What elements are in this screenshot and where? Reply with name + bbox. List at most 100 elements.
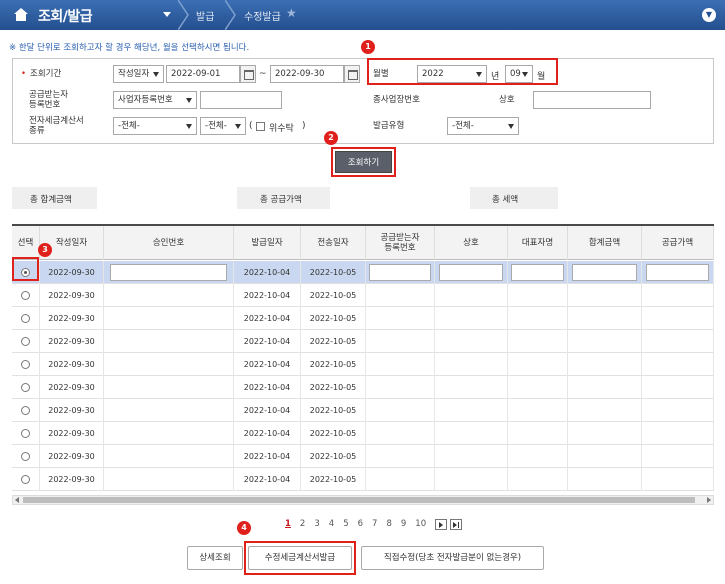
column-header: 대표자명	[508, 226, 568, 260]
direct-amend-button[interactable]: 직접수정(당초 전자발급분이 없는경우)	[361, 546, 544, 570]
select-cell	[12, 307, 40, 330]
home-icon[interactable]	[14, 8, 28, 21]
step-badge-2: 2	[324, 131, 338, 145]
column-header: 승인번호	[104, 226, 234, 260]
column-header: 합계금액	[568, 226, 642, 260]
row-select-radio[interactable]	[21, 452, 30, 461]
highlight-select-radio	[12, 257, 39, 281]
next-page-icon[interactable]	[435, 518, 448, 530]
calendar-icon[interactable]	[344, 65, 360, 83]
horizontal-scrollbar[interactable]	[12, 495, 714, 505]
top-header: 조회/발급 발급 수정발급 ★ ▼	[0, 0, 725, 30]
grid-cell	[568, 284, 642, 307]
chevron-down-icon[interactable]	[163, 12, 171, 17]
invoice-kind-label: 전자세금계산서 종류	[29, 116, 84, 136]
grid-cell	[568, 445, 642, 468]
sent-date-cell: 2022-10-05	[301, 353, 366, 376]
table-row[interactable]: 2022-09-30 2022-10-04 2022-10-05	[12, 353, 714, 376]
favorite-star-icon[interactable]: ★	[286, 6, 297, 20]
grid-cell	[642, 445, 714, 468]
column-header: 발급일자	[234, 226, 301, 260]
grid-cell	[366, 307, 435, 330]
issue-date-cell: 2022-10-04	[234, 445, 301, 468]
cell-input[interactable]	[571, 264, 638, 281]
notice-text: ※ 한달 단위로 조회하고자 할 경우 해당년, 월을 선택하시면 됩니다.	[9, 43, 250, 53]
grid-cell	[366, 422, 435, 445]
cell-input[interactable]	[369, 264, 431, 281]
row-select-radio[interactable]	[21, 360, 30, 369]
row-select-radio[interactable]	[21, 337, 30, 346]
cell-input[interactable]	[510, 264, 565, 281]
row-select-radio[interactable]	[21, 291, 30, 300]
written-date-cell: 2022-09-30	[40, 445, 104, 468]
cell-input[interactable]	[110, 264, 227, 281]
table-row[interactable]: 2022-09-30 2022-10-04 2022-10-05	[12, 445, 714, 468]
grid-cell	[435, 307, 508, 330]
grid-cell	[508, 468, 568, 491]
grid-cell	[568, 468, 642, 491]
row-select-radio[interactable]	[21, 383, 30, 392]
page-link[interactable]: 5	[343, 519, 348, 529]
row-select-radio[interactable]	[21, 475, 30, 484]
calendar-icon[interactable]	[240, 65, 256, 83]
breadcrumb-issue[interactable]: 발급	[196, 8, 214, 23]
invoice-kind-select[interactable]: -전체-	[113, 117, 197, 135]
consign-checkbox[interactable]	[256, 122, 265, 131]
grid-cell	[568, 307, 642, 330]
column-header: 선택	[12, 226, 40, 260]
collapse-circle-icon[interactable]: ▼	[702, 8, 716, 22]
breadcrumb-separator-icon	[178, 0, 189, 30]
date-from-input[interactable]: 2022-09-01	[166, 65, 240, 83]
table-row[interactable]: 2022-09-30 2022-10-04 2022-10-05	[12, 399, 714, 422]
table-row[interactable]: 2022-09-30 2022-10-04 2022-10-05	[12, 261, 714, 284]
written-date-cell: 2022-09-30	[40, 376, 104, 399]
period-type-select[interactable]: 작성일자	[113, 65, 164, 83]
grid-cell	[508, 422, 568, 445]
cell-input[interactable]	[645, 264, 710, 281]
table-row[interactable]: 2022-09-30 2022-10-04 2022-10-05	[12, 307, 714, 330]
issue-type-select[interactable]: -전체-	[447, 117, 519, 135]
grid-cell	[435, 261, 508, 284]
grid-cell	[642, 353, 714, 376]
scroll-right-icon[interactable]	[707, 497, 711, 503]
grid-cell	[366, 261, 435, 284]
company-input[interactable]	[533, 91, 651, 109]
reg-number-input[interactable]	[200, 91, 282, 109]
grid-cell	[508, 353, 568, 376]
page-link[interactable]: 9	[401, 519, 406, 529]
invoice-subkind-select[interactable]: -전체-	[200, 117, 246, 135]
page-link[interactable]: 10	[415, 519, 426, 529]
grid-cell	[435, 422, 508, 445]
row-select-radio[interactable]	[21, 429, 30, 438]
table-row[interactable]: 2022-09-30 2022-10-04 2022-10-05	[12, 422, 714, 445]
page-link[interactable]: 7	[372, 519, 377, 529]
grid-cell	[508, 261, 568, 284]
date-to-input[interactable]: 2022-09-30	[270, 65, 344, 83]
scroll-left-icon[interactable]	[15, 497, 19, 503]
row-select-radio[interactable]	[21, 314, 30, 323]
page-link[interactable]: 6	[358, 519, 363, 529]
table-row[interactable]: 2022-09-30 2022-10-04 2022-10-05	[12, 468, 714, 491]
row-select-radio[interactable]	[21, 406, 30, 415]
last-page-icon[interactable]	[450, 518, 463, 530]
page-link[interactable]: 8	[386, 519, 391, 529]
step-badge-4: 4	[237, 521, 251, 535]
scroll-thumb[interactable]	[23, 497, 695, 503]
cell-input[interactable]	[438, 264, 504, 281]
reg-type-select[interactable]: 사업자등록번호	[113, 91, 197, 109]
select-cell	[12, 353, 40, 376]
breadcrumb-amend-issue[interactable]: 수정발급	[244, 8, 281, 23]
select-cell	[12, 376, 40, 399]
column-header: 공급받는자 등록번호	[366, 226, 435, 260]
issue-date-cell: 2022-10-04	[234, 468, 301, 491]
page-link[interactable]: 4	[329, 519, 334, 529]
detail-view-button[interactable]: 상세조회	[187, 546, 243, 570]
table-row[interactable]: 2022-09-30 2022-10-04 2022-10-05	[12, 376, 714, 399]
page-link[interactable]: 3	[314, 519, 319, 529]
grid-header: 선택 작성일자 승인번호 발급일자 전송일자 공급받는자 등록번호 상호 대표자명 합계금액 공급…	[12, 226, 714, 260]
table-row[interactable]: 2022-09-30 2022-10-04 2022-10-05	[12, 284, 714, 307]
page-link[interactable]: 2	[300, 519, 305, 529]
page-link[interactable]: 1	[285, 519, 291, 529]
table-row[interactable]: 2022-09-30 2022-10-04 2022-10-05	[12, 330, 714, 353]
grid-cell	[642, 307, 714, 330]
